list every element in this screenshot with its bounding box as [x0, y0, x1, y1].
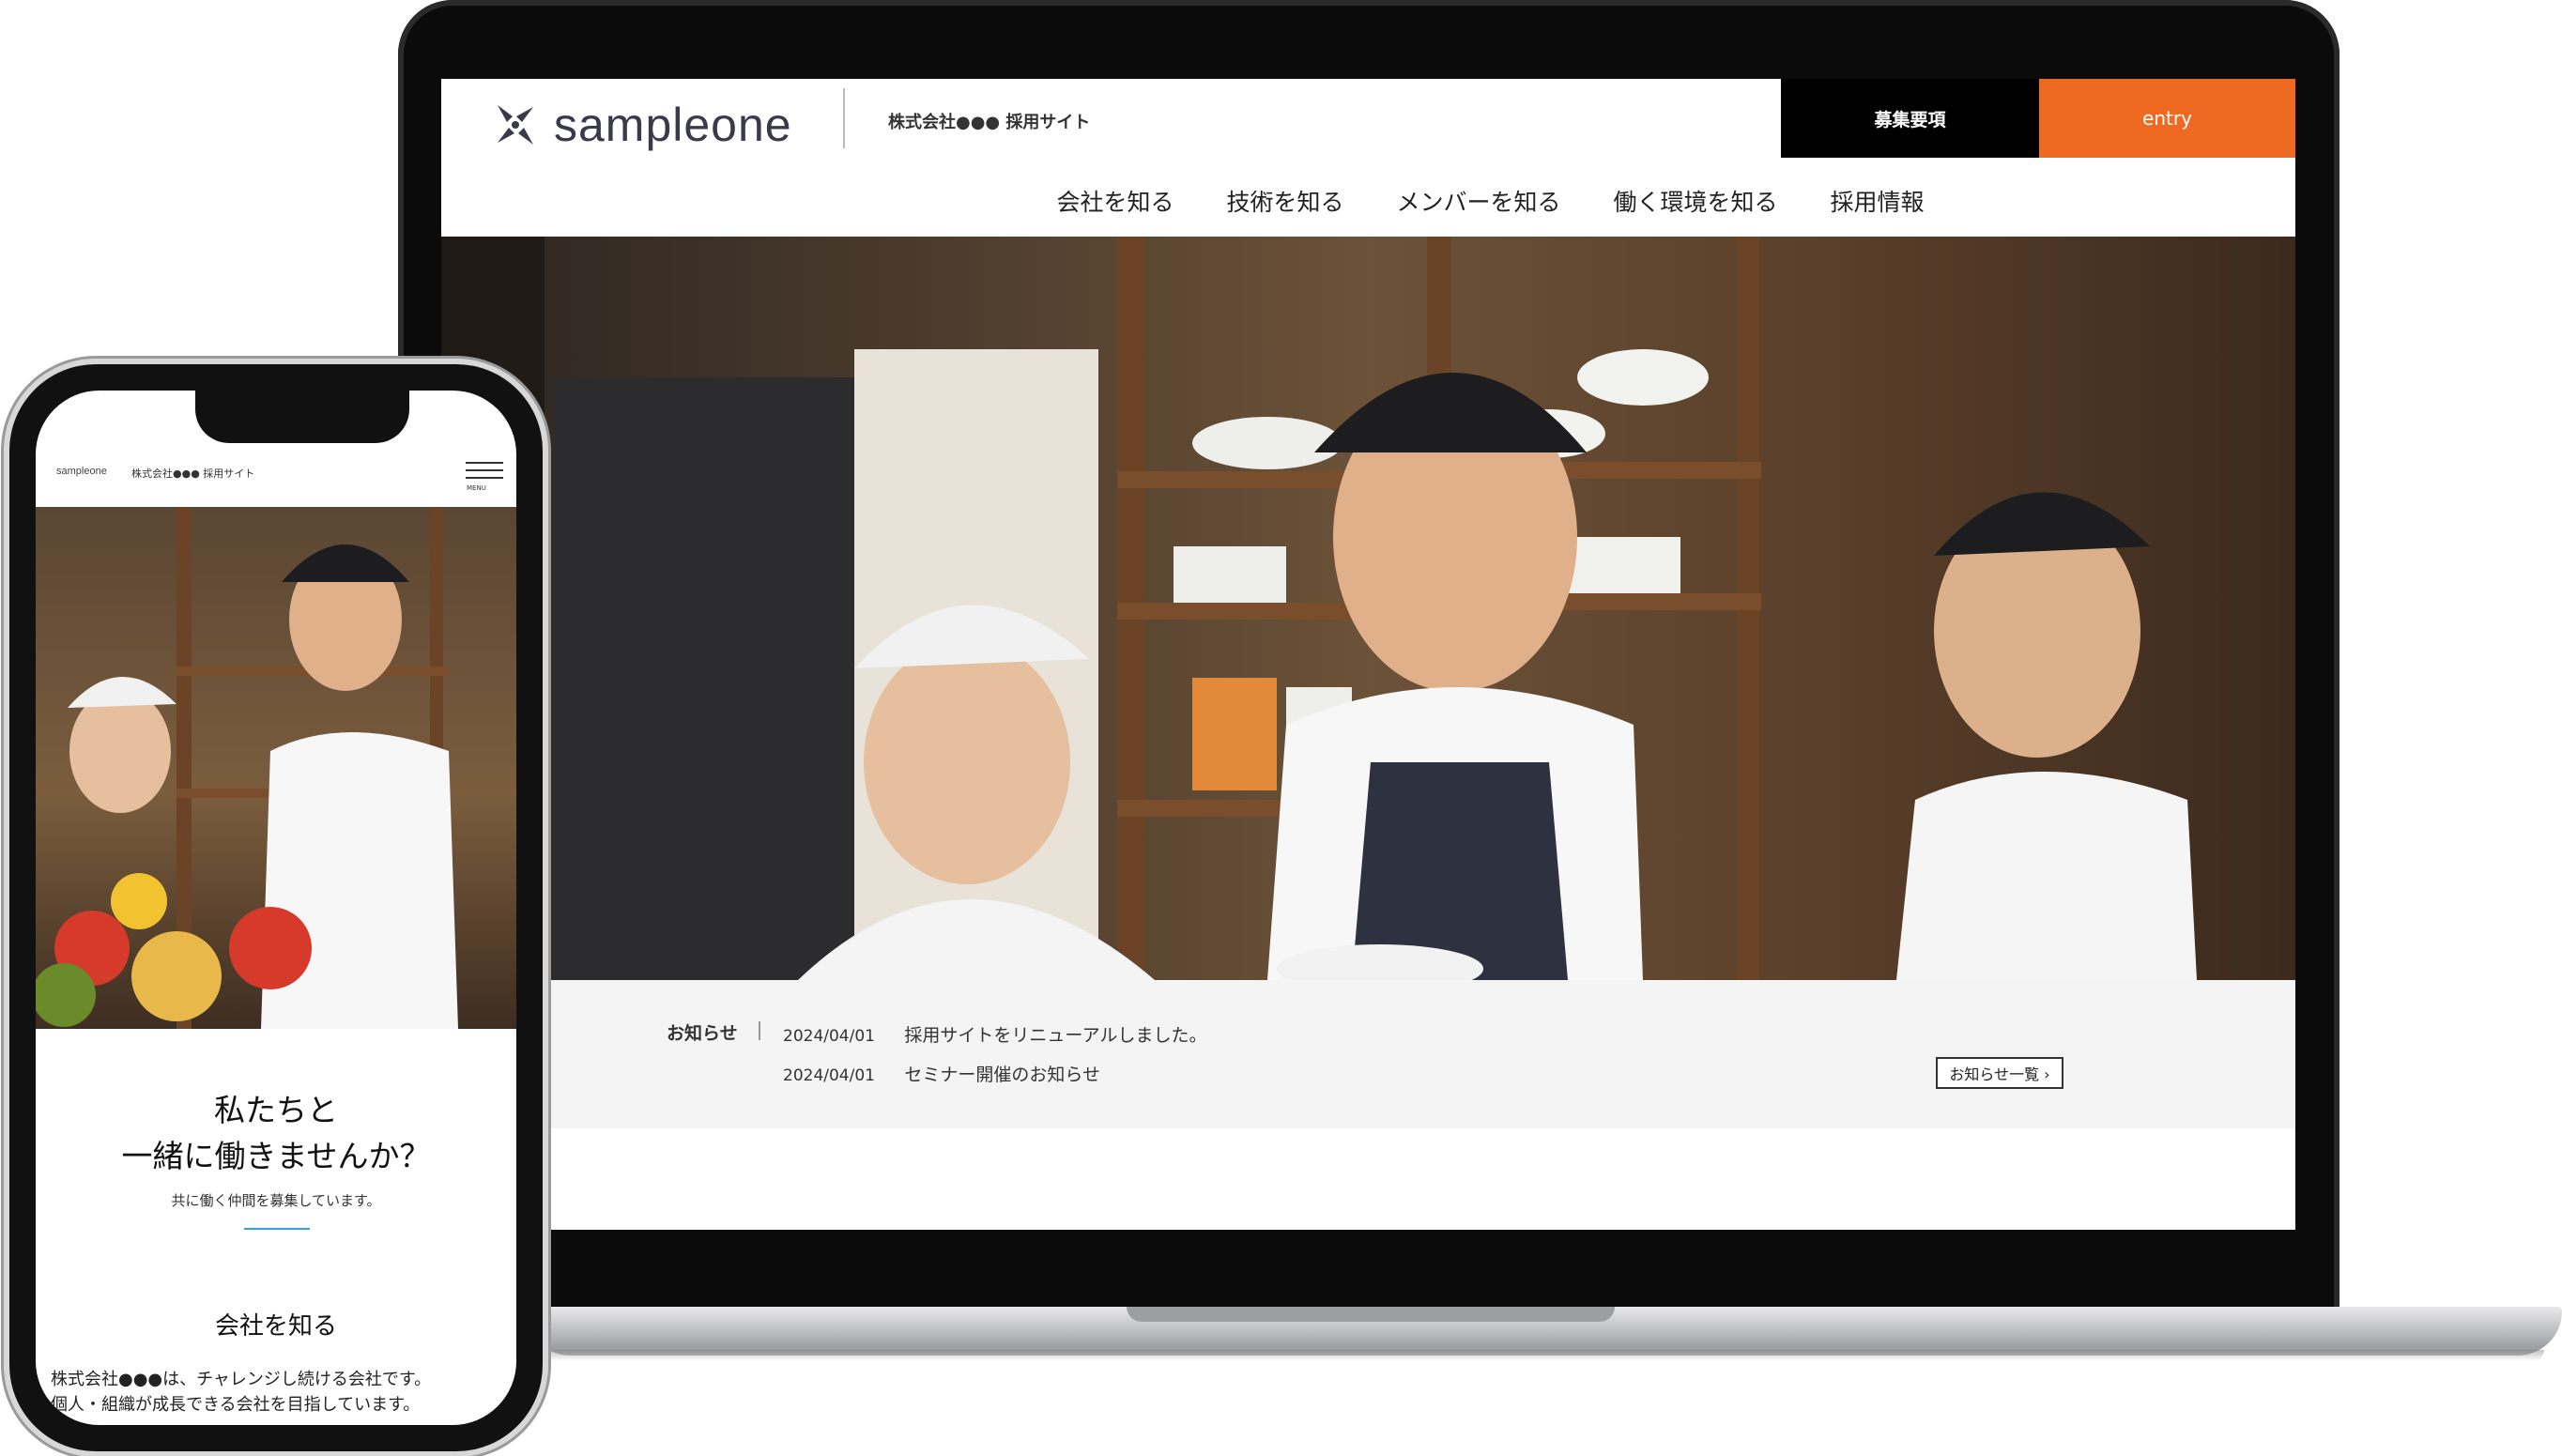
logo-text: sampleone — [554, 99, 792, 151]
smartphone-screen: sampleone 株式会社●●● 採用サイト MENU 私たちと 一緒に働きま… — [36, 391, 516, 1425]
mobile-section-title: 会社を知る — [214, 1312, 337, 1341]
news-list-button[interactable]: お知らせ一覧 › — [1936, 1057, 2063, 1089]
hero-photo-illustration — [441, 237, 2197, 980]
mobile-hero-photo — [36, 507, 516, 1029]
news-label: お知らせ — [667, 1023, 738, 1044]
hero-photo — [441, 237, 2295, 980]
mobile-body-text: 株式会社●●●は、チャレンジし続ける会社です。 個人・組織が成長できる会社を目指… — [51, 1370, 432, 1415]
mobile-heading: 私たちと 一緒に働きませんか？ — [36, 1087, 516, 1179]
news-date: 2024/04/01 — [783, 1066, 875, 1085]
news-divider — [759, 1021, 760, 1040]
laptop-hinge-notch — [1127, 1307, 1615, 1322]
main-nav: 会社を知る 技術を知る メンバーを知る 働く環境を知る 採用情報 — [441, 184, 2295, 218]
news-title[interactable]: セミナー開催のお知らせ — [904, 1065, 1100, 1085]
laptop-shadow — [545, 1350, 2544, 1361]
nav-item-company[interactable]: 会社を知る — [1056, 184, 1174, 218]
nav-item-recruitment[interactable]: 採用情報 — [1831, 184, 1925, 218]
news-title[interactable]: 採用サイトをリニューアルしました。 — [904, 1025, 1206, 1046]
mobile-header: sampleone 株式会社●●● 採用サイト MENU — [36, 456, 516, 505]
smartphone-frame: sampleone 株式会社●●● 採用サイト MENU 私たちと 一緒に働きま… — [9, 364, 543, 1451]
menu-label: MENU — [467, 484, 486, 492]
nav-item-members[interactable]: メンバーを知る — [1396, 184, 1560, 218]
phone-notch — [195, 391, 409, 443]
header-divider — [843, 88, 845, 148]
news-item[interactable]: 2024/04/01 採用サイトをリニューアルしました。 — [783, 1021, 1206, 1047]
mobile-site-name: 株式会社●●● 採用サイト — [131, 467, 255, 480]
news-date: 2024/04/01 — [783, 1027, 875, 1046]
nav-item-environment[interactable]: 働く環境を知る — [1614, 184, 1778, 218]
mobile-heading-line2: 一緒に働きませんか？ — [121, 1138, 431, 1174]
entry-button[interactable]: entry — [2039, 79, 2295, 158]
news-item[interactable]: 2024/04/01 セミナー開催のお知らせ — [783, 1061, 1100, 1086]
mobile-heading-line1: 私たちと — [214, 1092, 338, 1128]
nav-item-technology[interactable]: 技術を知る — [1226, 184, 1343, 218]
accent-rule — [244, 1228, 310, 1230]
mobile-logo[interactable]: sampleone — [56, 466, 107, 477]
site-name: 株式会社●●● 採用サイト — [888, 113, 1091, 132]
site-logo[interactable]: sampleone — [488, 98, 792, 152]
news-section: お知らせ 2024/04/01 採用サイトをリニューアルしました。 2024/0… — [441, 980, 2295, 1128]
recruit-info-button[interactable]: 募集要項 — [1781, 79, 2039, 158]
site-header: sampleone 株式会社●●● 採用サイト 募集要項 entry 会社を知る… — [441, 79, 2295, 237]
mobile-hero-illustration — [36, 507, 458, 1029]
mobile-subheading: 共に働く仲間を募集しています。 — [171, 1192, 381, 1209]
laptop-screen: sampleone 株式会社●●● 採用サイト 募集要項 entry 会社を知る… — [441, 79, 2295, 1230]
sampleone-logo-icon — [498, 105, 533, 145]
